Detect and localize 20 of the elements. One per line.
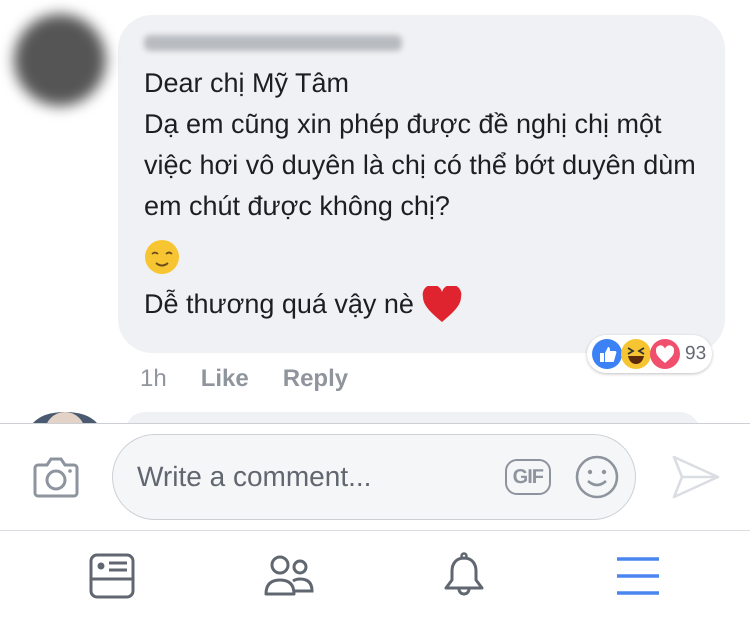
reaction-count: 93	[685, 342, 706, 366]
menu-icon	[614, 556, 661, 596]
friends-icon	[264, 554, 314, 598]
gif-button[interactable]: GIF	[504, 459, 551, 495]
action-link[interactable]: Like	[200, 361, 249, 397]
like-icon	[591, 338, 623, 370]
emoji-picker-icon[interactable]	[575, 455, 619, 499]
reactions-summary[interactable]: 93	[587, 335, 712, 373]
comment-field[interactable]: Write a comment... GIF	[112, 434, 636, 520]
feed-icon	[89, 553, 136, 599]
comment-text: Dễ thương quá vậy nè	[144, 288, 414, 321]
heart-icon	[422, 286, 462, 324]
action-link[interactable]: Reply	[282, 361, 348, 397]
timestamp: 1h	[140, 364, 167, 394]
comment-text: Dạ em cũng xin phép được đề nghị chị một việc hơi vô duyên là chị có thể bớt duyên dùm em chút được không chị?	[144, 108, 697, 223]
camera-icon[interactable]	[33, 456, 79, 498]
love-icon	[649, 338, 681, 370]
emoji-icon	[144, 238, 180, 275]
laughing-icon	[620, 338, 652, 370]
comment-text: Dear chị Mỹ Tâm	[144, 67, 350, 100]
